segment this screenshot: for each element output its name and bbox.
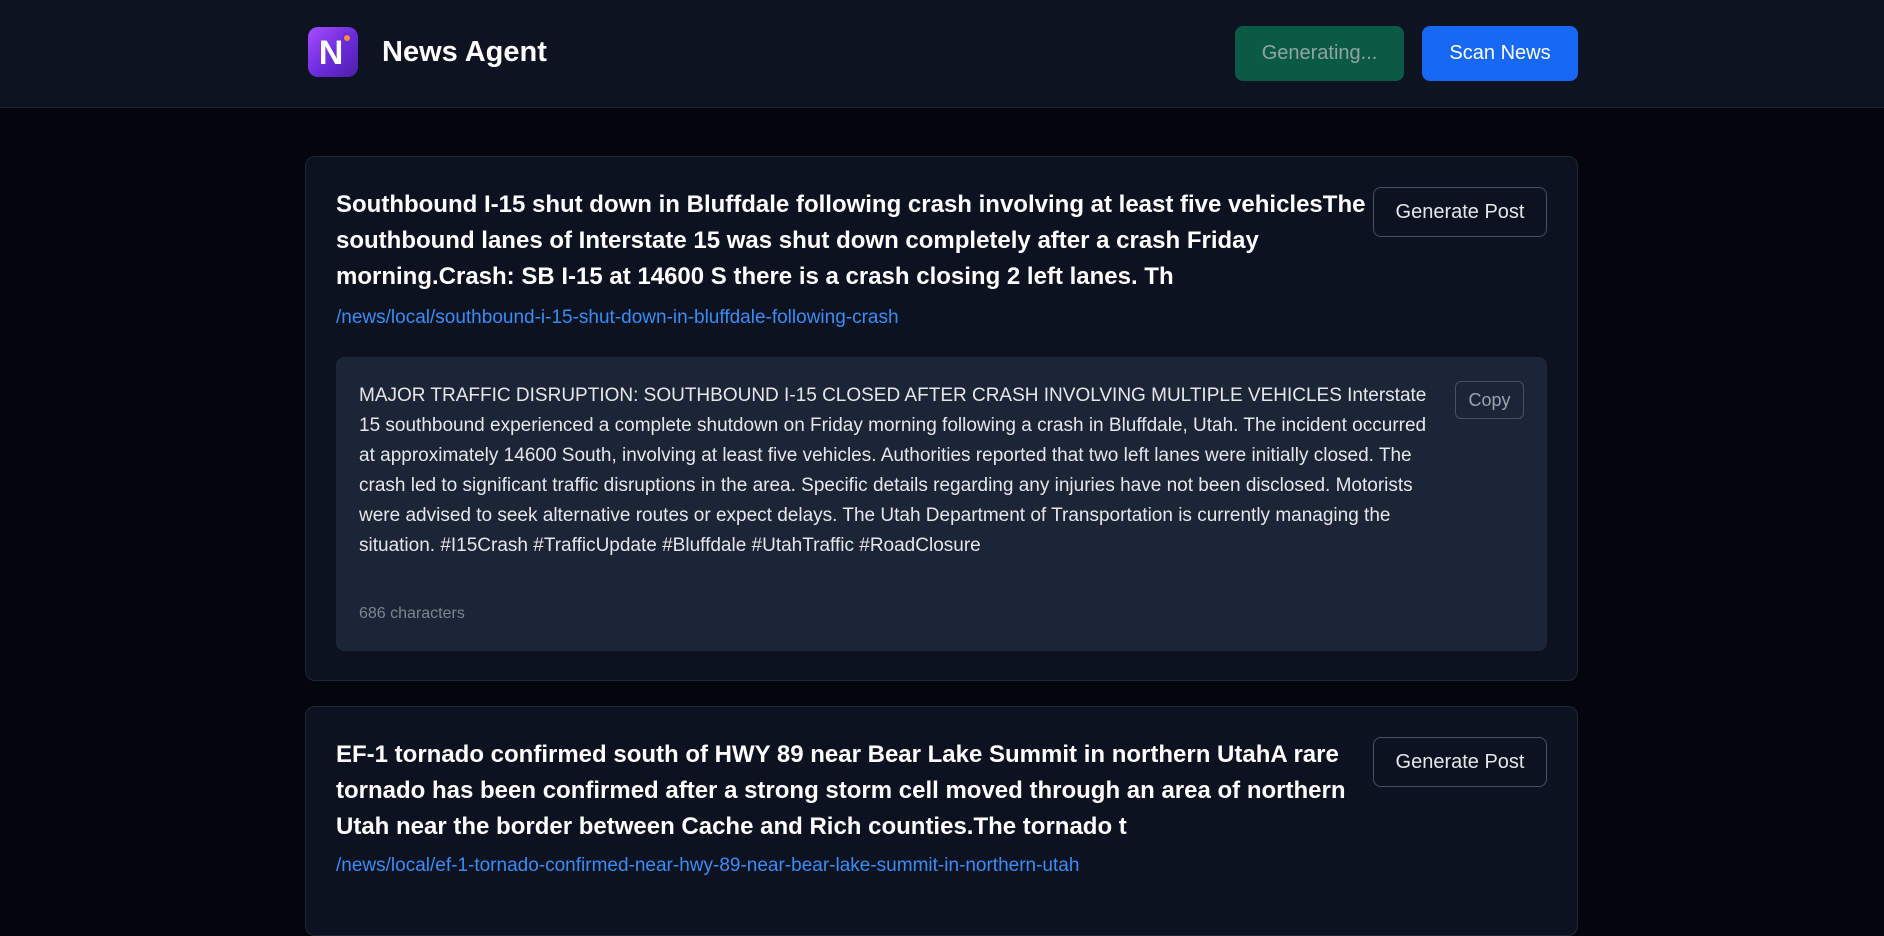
logo-dot-icon [342,33,352,43]
app-title: News Agent [382,35,547,68]
brand: N News Agent [308,27,547,77]
generated-post: MAJOR TRAFFIC DISRUPTION: SOUTHBOUND I-1… [336,357,1547,651]
post-text: MAJOR TRAFFIC DISRUPTION: SOUTHBOUND I-1… [359,385,1427,556]
generate-post-button[interactable]: Generate Post [1373,187,1547,237]
article-card: EF-1 tornado confirmed south of HWY 89 n… [305,706,1578,936]
character-count: 686 characters [359,605,465,622]
article-link[interactable]: /news/local/southbound-i-15-shut-down-in… [336,307,899,329]
generate-post-button[interactable]: Generate Post [1373,737,1547,787]
logo-letter: N [318,34,344,72]
article-card: Southbound I-15 shut down in Bluffdale f… [305,156,1578,681]
copy-button[interactable]: Copy [1455,381,1524,419]
app-logo: N [308,27,358,77]
generating-button[interactable]: Generating... [1235,26,1404,81]
article-title: EF-1 tornado confirmed south of HWY 89 n… [336,741,1346,840]
scan-news-button[interactable]: Scan News [1422,26,1578,81]
top-bar: N News Agent Generating... Scan News [0,0,1884,108]
article-title: Southbound I-15 shut down in Bluffdale f… [336,191,1366,290]
article-link[interactable]: /news/local/ef-1-tornado-confirmed-near-… [336,855,1079,877]
